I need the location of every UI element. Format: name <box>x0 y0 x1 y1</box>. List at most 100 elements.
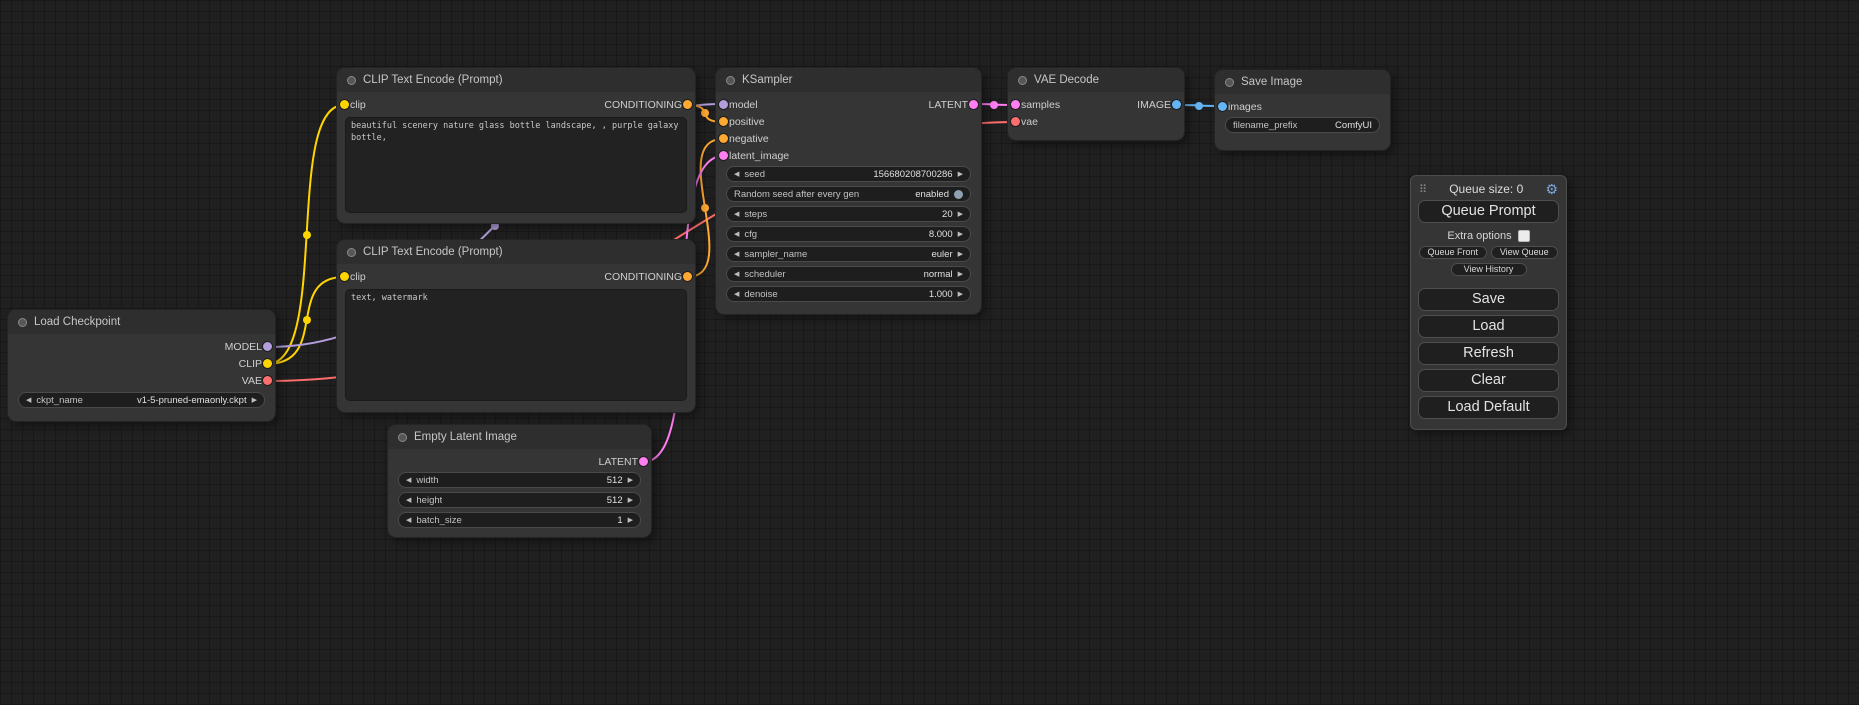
arrow-left-icon[interactable]: ◀ <box>406 477 411 484</box>
port-clip-input[interactable] <box>340 100 349 109</box>
arrow-right-icon[interactable]: ▶ <box>252 397 257 404</box>
node-empty-latent-image[interactable]: Empty Latent Image LATENT ◀ width 512 ▶ … <box>388 425 651 537</box>
arrow-right-icon[interactable]: ▶ <box>958 211 963 218</box>
widget-filename-prefix[interactable]: filename_prefix ComfyUI <box>1225 117 1380 133</box>
node-vae-decode[interactable]: VAE Decode samples IMAGE vae <box>1008 68 1184 140</box>
widget-random-seed-toggle[interactable]: Random seed after every gen enabled <box>726 186 971 202</box>
collapse-dot-icon[interactable] <box>347 248 356 257</box>
node-clip-text-encode-negative[interactable]: CLIP Text Encode (Prompt) clip CONDITION… <box>337 240 695 412</box>
arrow-right-icon[interactable]: ▶ <box>958 231 963 238</box>
clear-button[interactable]: Clear <box>1418 369 1559 392</box>
collapse-dot-icon[interactable] <box>726 76 735 85</box>
node-ksampler[interactable]: KSampler model LATENT positive negative … <box>716 68 981 314</box>
port-conditioning-output[interactable] <box>683 100 692 109</box>
widget-cfg[interactable]: ◀ cfg 8.000 ▶ <box>726 226 971 242</box>
collapse-dot-icon[interactable] <box>18 318 27 327</box>
arrow-right-icon[interactable]: ▶ <box>958 291 963 298</box>
arrow-right-icon[interactable]: ▶ <box>628 477 633 484</box>
arrow-right-icon[interactable]: ▶ <box>628 497 633 504</box>
arrow-right-icon[interactable]: ▶ <box>958 251 963 258</box>
port-latent-output[interactable] <box>969 100 978 109</box>
port-model-input[interactable] <box>719 100 728 109</box>
widget-width[interactable]: ◀ width 512 ▶ <box>398 472 641 488</box>
wire-midpoint-dot[interactable] <box>701 109 709 117</box>
collapse-dot-icon[interactable] <box>1018 76 1027 85</box>
arrow-left-icon[interactable]: ◀ <box>734 291 739 298</box>
widget-value: normal <box>924 269 953 280</box>
port-image-output[interactable] <box>1172 100 1181 109</box>
port-images-input[interactable] <box>1218 102 1227 111</box>
queue-front-button[interactable]: Queue Front <box>1419 246 1487 259</box>
wire-midpoint-dot[interactable] <box>701 204 709 212</box>
node-title-bar[interactable]: Save Image <box>1215 70 1390 94</box>
port-negative-input[interactable] <box>719 134 728 143</box>
port-conditioning-output[interactable] <box>683 272 692 281</box>
arrow-left-icon[interactable]: ◀ <box>406 517 411 524</box>
wire-midpoint-dot[interactable] <box>303 316 311 324</box>
load-default-button[interactable]: Load Default <box>1418 396 1559 419</box>
widget-label: steps <box>744 209 767 220</box>
queue-prompt-button[interactable]: Queue Prompt <box>1418 200 1559 223</box>
node-load-checkpoint[interactable]: Load Checkpoint MODEL CLIP VAE ◀ ckpt_na… <box>8 310 275 421</box>
wire-midpoint-dot[interactable] <box>491 222 499 230</box>
node-title-bar[interactable]: CLIP Text Encode (Prompt) <box>337 68 695 92</box>
port-samples-input[interactable] <box>1011 100 1020 109</box>
drag-handle-icon[interactable]: ⠿ <box>1419 183 1427 196</box>
arrow-left-icon[interactable]: ◀ <box>734 211 739 218</box>
arrow-left-icon[interactable]: ◀ <box>26 397 31 404</box>
arrow-left-icon[interactable]: ◀ <box>406 497 411 504</box>
widget-ckpt-name[interactable]: ◀ ckpt_name v1-5-pruned-emaonly.ckpt ▶ <box>18 392 265 408</box>
node-title-bar[interactable]: Empty Latent Image <box>388 425 651 449</box>
arrow-right-icon[interactable]: ▶ <box>958 171 963 178</box>
node-title-bar[interactable]: KSampler <box>716 68 981 92</box>
widget-scheduler[interactable]: ◀ scheduler normal ▶ <box>726 266 971 282</box>
node-title-bar[interactable]: VAE Decode <box>1008 68 1184 92</box>
arrow-left-icon[interactable]: ◀ <box>734 231 739 238</box>
widget-seed[interactable]: ◀ seed 156680208700286 ▶ <box>726 166 971 182</box>
refresh-button[interactable]: Refresh <box>1418 342 1559 365</box>
load-button[interactable]: Load <box>1418 315 1559 338</box>
widget-label: ckpt_name <box>36 395 82 406</box>
widget-sampler-name[interactable]: ◀ sampler_name euler ▶ <box>726 246 971 262</box>
widget-steps[interactable]: ◀ steps 20 ▶ <box>726 206 971 222</box>
extra-options-checkbox[interactable] <box>1518 230 1530 242</box>
arrow-left-icon[interactable]: ◀ <box>734 271 739 278</box>
view-history-button[interactable]: View History <box>1451 263 1527 276</box>
node-clip-text-encode-positive[interactable]: CLIP Text Encode (Prompt) clip CONDITION… <box>337 68 695 223</box>
save-button[interactable]: Save <box>1418 288 1559 311</box>
arrow-right-icon[interactable]: ▶ <box>628 517 633 524</box>
wire-midpoint-dot[interactable] <box>990 101 998 109</box>
node-title-bar[interactable]: Load Checkpoint <box>8 310 275 334</box>
queue-menu-panel[interactable]: ⠿ Queue size: 0 ⚙ Queue Prompt Extra opt… <box>1410 175 1567 430</box>
collapse-dot-icon[interactable] <box>347 76 356 85</box>
port-clip-output[interactable] <box>263 359 272 368</box>
node-title-bar[interactable]: CLIP Text Encode (Prompt) <box>337 240 695 264</box>
widget-denoise[interactable]: ◀ denoise 1.000 ▶ <box>726 286 971 302</box>
positive-prompt-textarea[interactable]: beautiful scenery nature glass bottle la… <box>345 117 687 213</box>
input-label-samples: samples <box>1021 99 1060 111</box>
collapse-dot-icon[interactable] <box>1225 78 1234 87</box>
port-latent-image-input[interactable] <box>719 151 728 160</box>
widget-batch-size[interactable]: ◀ batch_size 1 ▶ <box>398 512 641 528</box>
arrow-right-icon[interactable]: ▶ <box>958 271 963 278</box>
arrow-left-icon[interactable]: ◀ <box>734 251 739 258</box>
toggle-knob-icon[interactable] <box>954 190 963 199</box>
node-save-image[interactable]: Save Image images filename_prefix ComfyU… <box>1215 70 1390 150</box>
view-queue-button[interactable]: View Queue <box>1491 246 1559 259</box>
port-model-output[interactable] <box>263 342 272 351</box>
wire-midpoint-dot[interactable] <box>303 231 311 239</box>
output-label-image: IMAGE <box>1137 99 1171 111</box>
port-vae-output[interactable] <box>263 376 272 385</box>
settings-gear-icon[interactable]: ⚙ <box>1545 182 1558 196</box>
output-label-latent: LATENT <box>599 456 638 468</box>
wire-midpoint-dot[interactable] <box>1195 102 1203 110</box>
widget-height[interactable]: ◀ height 512 ▶ <box>398 492 641 508</box>
port-latent-output[interactable] <box>639 457 648 466</box>
port-clip-input[interactable] <box>340 272 349 281</box>
arrow-left-icon[interactable]: ◀ <box>734 171 739 178</box>
port-positive-input[interactable] <box>719 117 728 126</box>
negative-prompt-textarea[interactable]: text, watermark <box>345 289 687 401</box>
port-vae-input[interactable] <box>1011 117 1020 126</box>
widget-label: scheduler <box>744 269 785 280</box>
collapse-dot-icon[interactable] <box>398 433 407 442</box>
